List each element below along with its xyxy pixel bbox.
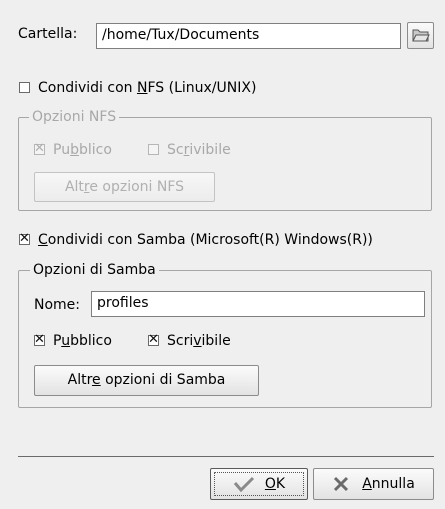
nfs-options-title: Opzioni NFS <box>29 109 120 125</box>
nfs-writable-checkbox-box[interactable] <box>148 144 159 155</box>
more-samba-options-button[interactable]: Altre opzioni di Samba <box>34 365 259 396</box>
cancel-button[interactable]: Annulla <box>313 468 434 500</box>
samba-name-input[interactable]: profiles <box>91 291 425 317</box>
dialog-separator <box>18 456 434 457</box>
browse-folder-button[interactable] <box>407 22 434 49</box>
ok-button[interactable]: OK <box>210 468 308 500</box>
cancel-x-icon <box>334 476 349 492</box>
folder-path-input[interactable]: /home/Tux/Documents <box>96 23 401 49</box>
samba-writable-checkbox-box[interactable]: ✕ <box>148 332 159 347</box>
share-nfs-label: Condividi con NFS (Linux/UNIX) <box>38 80 257 96</box>
samba-writable-label: Scrivibile <box>167 333 231 349</box>
cancel-label: Annulla <box>362 476 415 492</box>
folder-label: Cartella: <box>18 26 78 42</box>
samba-public-checkbox-box[interactable]: ✕ <box>34 332 45 347</box>
folder-open-icon <box>411 29 430 42</box>
samba-public-label: Pubblico <box>53 333 112 349</box>
nfs-public-label: Pubblico <box>53 142 112 158</box>
share-samba-label: Condividi con Samba (Microsoft(R) Window… <box>38 232 373 248</box>
nfs-writable-label: Scrivibile <box>167 142 231 158</box>
share-nfs-checkbox-box[interactable] <box>19 82 30 93</box>
share-samba-checkbox-box[interactable]: ✕ <box>19 231 30 246</box>
more-nfs-options-button[interactable]: Altre opzioni NFS <box>34 172 215 202</box>
samba-name-label: Nome: <box>34 297 81 313</box>
nfs-public-checkbox-box[interactable]: ✕ <box>34 141 45 156</box>
samba-options-title: Opzioni di Samba <box>30 262 159 278</box>
